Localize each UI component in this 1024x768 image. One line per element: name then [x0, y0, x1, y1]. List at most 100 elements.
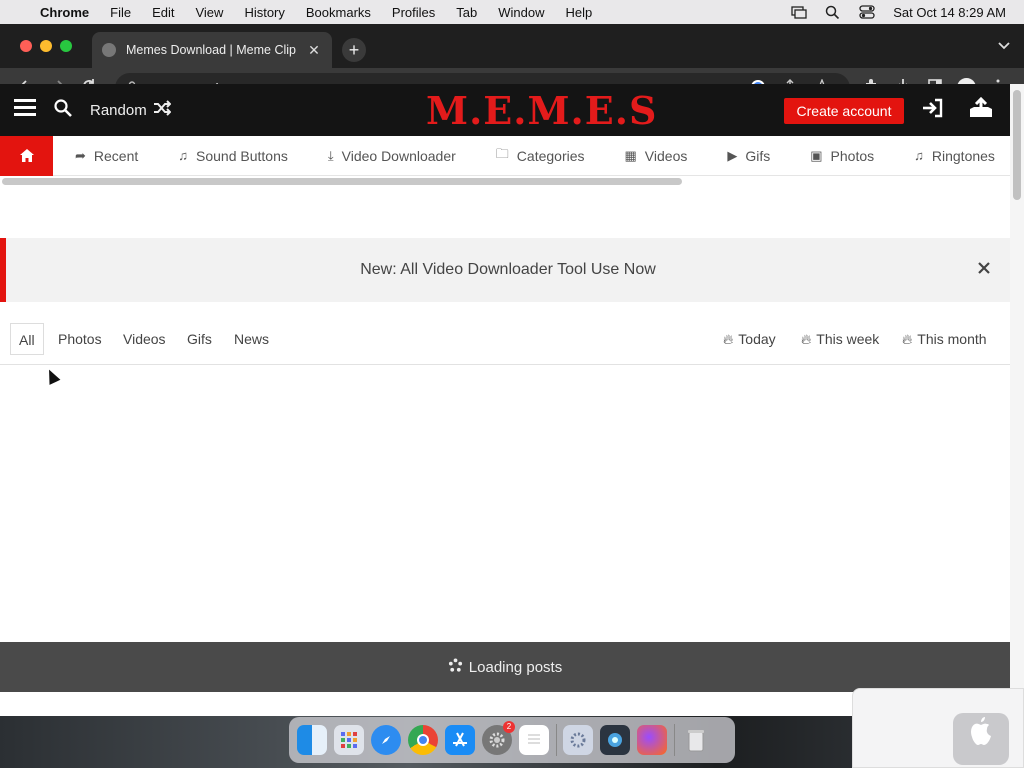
create-account-button[interactable]: Create account — [784, 98, 904, 124]
search-icon[interactable] — [54, 98, 78, 122]
system-preferences-icon[interactable]: 2 — [482, 721, 515, 755]
period-today[interactable]: 🔥︎ Today — [723, 323, 776, 355]
window-controls — [20, 40, 80, 52]
period-this-month[interactable]: 🔥︎ This month — [902, 323, 987, 355]
folder-icon: 🗀 — [495, 145, 509, 161]
filter-photos[interactable]: Photos — [58, 323, 102, 355]
settings-app-icon[interactable] — [563, 725, 593, 755]
hamburger-menu-icon[interactable] — [14, 98, 36, 122]
preview-app-icon[interactable] — [600, 725, 630, 755]
menu-view[interactable]: View — [195, 5, 223, 20]
share-icon: ➦ — [75, 147, 86, 163]
loading-posts-bar: Loading posts — [0, 642, 1010, 692]
launchpad-icon[interactable] — [334, 725, 364, 755]
menu-chrome[interactable]: Chrome — [40, 5, 89, 20]
new-tab-button[interactable]: + — [342, 38, 366, 62]
nav-photos-label: Photos — [830, 147, 875, 164]
safari-icon[interactable] — [371, 725, 401, 755]
login-icon[interactable] — [922, 98, 944, 124]
page-scrollbar[interactable] — [1010, 84, 1024, 692]
status-area: Sat Oct 14 8:29 AM — [773, 5, 1012, 20]
period-this-week-label: This week — [816, 331, 880, 347]
tab-title: Memes Download | Meme Clip — [126, 43, 296, 57]
minimize-window-button[interactable] — [40, 40, 52, 52]
finder-icon[interactable] — [297, 725, 327, 755]
upload-icon[interactable] — [968, 96, 994, 125]
notification-badge: 2 — [503, 721, 515, 733]
fire-icon: 🔥︎ — [902, 331, 913, 347]
notification-panel — [852, 688, 1024, 768]
music-icon: ♫ — [914, 148, 924, 163]
play-icon: ▶ — [727, 147, 738, 163]
page-scrollbar-thumb[interactable] — [1013, 90, 1021, 200]
loading-text: Loading posts — [468, 658, 563, 676]
fire-icon: 🔥︎ — [723, 331, 734, 347]
tab-strip: Memes Download | Meme Clip ✕ + — [0, 24, 1024, 68]
nav-videos-label: Videos — [644, 147, 688, 164]
menu-tab[interactable]: Tab — [456, 5, 477, 20]
nav-recent-label: Recent — [93, 147, 139, 164]
film-icon: ▦ — [624, 147, 637, 163]
app-store-icon[interactable] — [445, 725, 475, 755]
site-logo[interactable]: M.E.M.E.S — [426, 88, 657, 133]
apple-logo-icon — [953, 713, 1009, 765]
fire-icon: 🔥︎ — [801, 331, 812, 347]
post-filters: All Photos Videos Gifs News 🔥︎ Today 🔥︎ Th… — [0, 319, 1010, 365]
control-center-icon[interactable] — [859, 5, 875, 19]
dock-separator — [674, 724, 675, 756]
filter-news[interactable]: News — [234, 323, 269, 355]
browser-tab-active[interactable]: Memes Download | Meme Clip ✕ — [92, 32, 332, 68]
music-icon: ♫ — [178, 148, 189, 163]
screen-mirroring-icon[interactable] — [791, 5, 807, 19]
menu-help[interactable]: Help — [566, 5, 593, 20]
random-link[interactable]: Random — [90, 102, 147, 119]
nav-video-downloader[interactable]: ⤓ Video Downloader — [328, 148, 456, 164]
menu-profiles[interactable]: Profiles — [392, 5, 435, 20]
nav-ringtones[interactable]: ♫ Ringtones — [914, 148, 995, 164]
filter-videos[interactable]: Videos — [123, 323, 166, 355]
tab-favicon-icon — [102, 43, 116, 57]
menu-clock[interactable]: Sat Oct 14 8:29 AM — [893, 5, 1006, 20]
nav-photos[interactable]: ▣ Photos — [810, 148, 874, 164]
nav-sound-buttons-label: Sound Buttons — [196, 147, 288, 164]
nav-categories[interactable]: 🗀 Categories — [496, 145, 585, 167]
nav-ringtones-label: Ringtones — [931, 147, 995, 164]
spinner-icon — [448, 657, 463, 677]
zoom-window-button[interactable] — [60, 40, 72, 52]
category-scrollbar[interactable] — [0, 176, 1010, 186]
spotlight-search-icon[interactable] — [825, 5, 841, 20]
macos-dock: 2 — [289, 717, 735, 763]
nav-gifs-label: Gifs — [745, 147, 771, 164]
nav-sound-buttons[interactable]: ♫ Sound Buttons — [178, 148, 288, 164]
category-scrollbar-thumb[interactable] — [2, 178, 682, 185]
web-page: Random M.E.M.E.S Create account ➦ Recent … — [0, 84, 1010, 692]
macos-menu-bar: Chrome File Edit View History Bookmarks … — [0, 0, 1024, 24]
nav-gifs[interactable]: ▶ Gifs — [727, 148, 770, 164]
image-icon: ▣ — [810, 147, 823, 163]
menu-bookmarks[interactable]: Bookmarks — [306, 5, 371, 20]
trash-icon[interactable] — [681, 725, 711, 755]
filter-gifs[interactable]: Gifs — [187, 323, 212, 355]
menu-file[interactable]: File — [110, 5, 131, 20]
textedit-icon[interactable] — [519, 725, 549, 755]
menu-window[interactable]: Window — [498, 5, 544, 20]
menu-edit[interactable]: Edit — [152, 5, 174, 20]
close-icon[interactable] — [978, 258, 990, 279]
tab-search-chevron-icon[interactable] — [998, 39, 1010, 53]
filter-all[interactable]: All — [10, 323, 44, 355]
announcement-text[interactable]: New: All Video Downloader Tool Use Now — [360, 261, 656, 279]
announcement-banner[interactable]: New: All Video Downloader Tool Use Now — [0, 238, 1010, 302]
shuffle-icon[interactable] — [153, 99, 172, 121]
close-window-button[interactable] — [20, 40, 32, 52]
tab-close-icon[interactable]: ✕ — [306, 42, 322, 59]
period-this-week[interactable]: 🔥︎ This week — [801, 323, 879, 355]
chrome-icon[interactable] — [408, 725, 438, 755]
nav-videos[interactable]: ▦ Videos — [625, 148, 688, 164]
nav-recent[interactable]: ➦ Recent — [75, 148, 138, 164]
site-header: Random M.E.M.E.S Create account — [0, 84, 1010, 136]
download-icon: ⤓ — [327, 147, 334, 163]
firefox-icon[interactable] — [637, 725, 667, 755]
menu-history[interactable]: History — [244, 5, 284, 20]
nav-categories-label: Categories — [516, 147, 585, 164]
home-icon[interactable] — [0, 135, 53, 176]
